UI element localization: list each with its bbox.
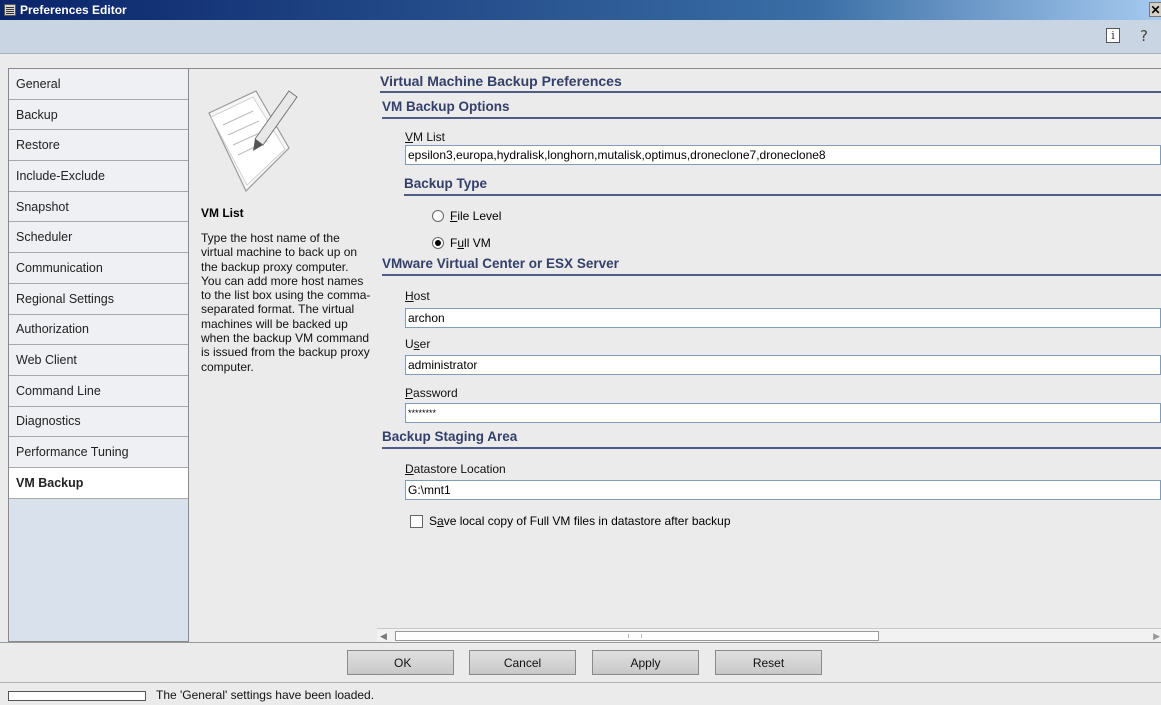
full-vm-radio-row[interactable]: Full VM: [432, 236, 491, 250]
description-text: Type the host name of the virtual machin…: [201, 231, 371, 374]
nav-item-authorization[interactable]: Authorization: [9, 314, 188, 346]
description-pane: VM List Type the host name of the virtua…: [189, 68, 377, 642]
nav-item-diagnostics[interactable]: Diagnostics: [9, 406, 188, 438]
host-label-mnemonic: H: [405, 289, 414, 303]
reset-button[interactable]: Reset: [715, 650, 822, 675]
nav-item-performance-tuning[interactable]: Performance Tuning: [9, 437, 188, 468]
title-bar: Preferences Editor ✕: [0, 0, 1161, 20]
datastore-label-mnemonic: D: [405, 462, 414, 476]
scroll-left-icon[interactable]: ◀: [380, 631, 387, 642]
nav-item-communication[interactable]: Communication: [9, 253, 188, 284]
full-vm-label-text: ll VM: [464, 236, 491, 250]
nav-item-restore[interactable]: Restore: [9, 130, 188, 162]
save-local-copy-label: Save local copy of Full VM files in data…: [429, 514, 731, 528]
nav-item-command-line[interactable]: Command Line: [9, 375, 188, 407]
save-local-copy-row[interactable]: Save local copy of Full VM files in data…: [410, 514, 731, 528]
app-icon: [4, 4, 16, 16]
save-local-copy-text: ve local copy of Full VM files in datast…: [443, 514, 731, 528]
save-local-copy-checkbox[interactable]: [410, 514, 423, 528]
button-bar: OK Cancel Apply Reset: [0, 642, 1161, 682]
full-vm-label: Full VM: [450, 236, 491, 250]
info-icon[interactable]: i: [1106, 28, 1120, 43]
horizontal-scrollbar[interactable]: ◀ ▶: [377, 628, 1161, 642]
vm-backup-options-heading: VM Backup Options: [382, 99, 1161, 119]
backup-type-heading: Backup Type: [404, 176, 1161, 196]
vm-list-label: VM List: [405, 130, 445, 144]
description-title: VM List: [201, 206, 244, 220]
nav-item-web-client[interactable]: Web Client: [9, 345, 188, 376]
password-label-text: assword: [413, 386, 458, 400]
status-bar: The 'General' settings have been loaded.: [0, 682, 1161, 705]
vm-list-input[interactable]: epsilon3,europa,hydralisk,longhorn,mutal…: [405, 145, 1161, 165]
scroll-right-icon[interactable]: ▶: [1153, 631, 1160, 642]
user-label-text: er: [419, 337, 431, 351]
scrollbar-thumb[interactable]: [395, 631, 879, 641]
apply-button[interactable]: Apply: [592, 650, 699, 675]
nav-item-snapshot[interactable]: Snapshot: [9, 191, 188, 223]
nav-item-general[interactable]: General: [9, 69, 188, 100]
preferences-nav: General Backup Restore Include-Exclude S…: [8, 68, 189, 642]
help-icon[interactable]: ?: [1140, 27, 1148, 45]
scrollbar-grip: [628, 634, 642, 638]
password-label: Password: [405, 386, 458, 400]
vm-list-label-text: M List: [413, 130, 446, 144]
file-level-label: File Level: [450, 209, 501, 223]
toolbar: i ?: [0, 20, 1161, 54]
server-heading-text: VMware Virtual Center or ESX Server: [382, 256, 619, 271]
host-input[interactable]: archon: [405, 308, 1161, 328]
progress-bar: [8, 691, 146, 701]
document-pen-icon: [208, 90, 298, 193]
user-input[interactable]: administrator: [405, 355, 1161, 375]
vm-list-label-mnemonic: V: [405, 130, 414, 144]
page-title: Virtual Machine Backup Preferences: [380, 73, 1161, 93]
ok-button[interactable]: OK: [347, 650, 454, 675]
nav-item-backup[interactable]: Backup: [9, 99, 188, 131]
save-local-copy-mnemonic: a: [437, 514, 444, 528]
full-vm-radio[interactable]: [432, 237, 444, 249]
status-text: The 'General' settings have been loaded.: [156, 688, 375, 702]
backup-type-heading-text: Backup Type: [404, 176, 488, 191]
close-button[interactable]: ✕: [1149, 2, 1161, 17]
datastore-input[interactable]: G:\mnt1: [405, 480, 1161, 500]
host-label: Host: [405, 289, 430, 303]
vm-backup-options-heading-text: VM Backup Options: [382, 99, 510, 114]
datastore-label: Datastore Location: [405, 462, 506, 476]
file-level-radio-row[interactable]: File Level: [432, 209, 501, 223]
window-title: Preferences Editor: [20, 3, 127, 17]
user-label-prefix: U: [405, 337, 414, 351]
host-label-text: ost: [413, 289, 430, 303]
datastore-label-text: atastore Location: [413, 462, 506, 476]
cancel-button[interactable]: Cancel: [469, 650, 576, 675]
staging-heading: Backup Staging Area: [382, 429, 1161, 449]
nav-item-scheduler[interactable]: Scheduler: [9, 222, 188, 254]
password-label-mnemonic: P: [405, 386, 414, 400]
content-pane: Virtual Machine Backup Preferences VM Ba…: [377, 68, 1161, 642]
save-local-copy-prefix: S: [429, 514, 438, 528]
server-heading: VMware Virtual Center or ESX Server: [382, 256, 1161, 276]
nav-item-regional-settings[interactable]: Regional Settings: [9, 283, 188, 315]
user-label: User: [405, 337, 430, 351]
nav-item-include-exclude[interactable]: Include-Exclude: [9, 161, 188, 192]
staging-heading-text: Backup Staging Area: [382, 429, 518, 444]
file-level-label-text: ile Level: [457, 209, 502, 223]
file-level-radio[interactable]: [432, 210, 444, 222]
nav-item-vm-backup[interactable]: VM Backup: [9, 467, 188, 499]
password-input[interactable]: ********: [405, 403, 1161, 423]
